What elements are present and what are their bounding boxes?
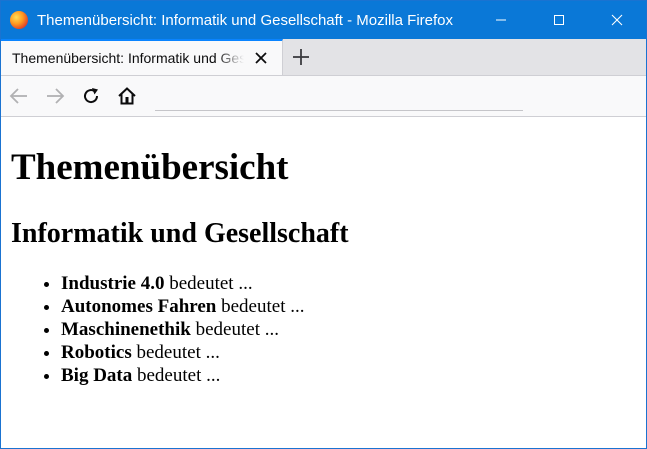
- tab-strip: Themenübersicht: Informatik und Gesellsc…: [1, 39, 646, 76]
- minimize-button[interactable]: [472, 1, 530, 39]
- topic-suffix: bedeutet ...: [131, 342, 220, 363]
- title-bar: Themenübersicht: Informatik und Gesellsc…: [1, 1, 646, 39]
- topic-suffix: bedeutet ...: [164, 273, 253, 294]
- close-button[interactable]: [588, 1, 646, 39]
- topic-suffix: bedeutet ...: [132, 365, 221, 386]
- list-item: Autonomes Fahren bedeutet ...: [61, 295, 636, 318]
- page-content: Themenübersicht Informatik und Gesellsch…: [1, 147, 646, 387]
- tab-active[interactable]: Themenübersicht: Informatik und Gesellsc…: [1, 39, 283, 75]
- browser-window: Themenübersicht: Informatik und Gesellsc…: [0, 0, 647, 449]
- forward-button[interactable]: [37, 80, 73, 112]
- back-button[interactable]: [1, 80, 37, 112]
- list-item: Big Data bedeutet ...: [61, 364, 636, 387]
- topic-term: Robotics: [61, 342, 132, 363]
- url-bar[interactable]: [155, 82, 523, 111]
- list-item: Industrie 4.0 bedeutet ...: [61, 272, 636, 295]
- home-icon: [118, 87, 136, 105]
- navigation-toolbar: [1, 76, 646, 117]
- topic-list: Industrie 4.0 bedeutet ... Autonomes Fah…: [11, 272, 636, 387]
- forward-arrow-icon: [47, 88, 65, 104]
- plus-icon: [293, 49, 309, 65]
- back-arrow-icon: [9, 88, 27, 104]
- topic-suffix: bedeutet ...: [190, 319, 279, 340]
- close-icon: [255, 52, 267, 64]
- list-item: Maschinenethik bedeutet ...: [61, 318, 636, 341]
- firefox-icon: [10, 11, 28, 29]
- topic-term: Big Data: [61, 365, 133, 386]
- close-icon: [611, 14, 623, 26]
- tab-close-button[interactable]: [247, 44, 275, 72]
- maximize-button[interactable]: [530, 1, 588, 39]
- maximize-icon: [554, 15, 564, 25]
- reload-button[interactable]: [73, 80, 109, 112]
- topic-suffix: bedeutet ...: [216, 296, 305, 317]
- home-button[interactable]: [109, 80, 145, 112]
- topic-term: Maschinenethik: [61, 319, 191, 340]
- minimize-icon: [496, 19, 506, 21]
- new-tab-button[interactable]: [283, 39, 319, 75]
- page-heading: Themenübersicht: [11, 147, 289, 188]
- topic-term: Autonomes Fahren: [61, 296, 217, 317]
- page-subheading: Informatik und Gesellschaft: [11, 218, 349, 249]
- tab-label: Themenübersicht: Informatik und Gesellsc…: [12, 50, 244, 66]
- window-title: Themenübersicht: Informatik und Gesellsc…: [37, 11, 453, 29]
- topic-term: Industrie 4.0: [61, 273, 165, 294]
- list-item: Robotics bedeutet ...: [61, 341, 636, 364]
- reload-icon: [84, 88, 99, 104]
